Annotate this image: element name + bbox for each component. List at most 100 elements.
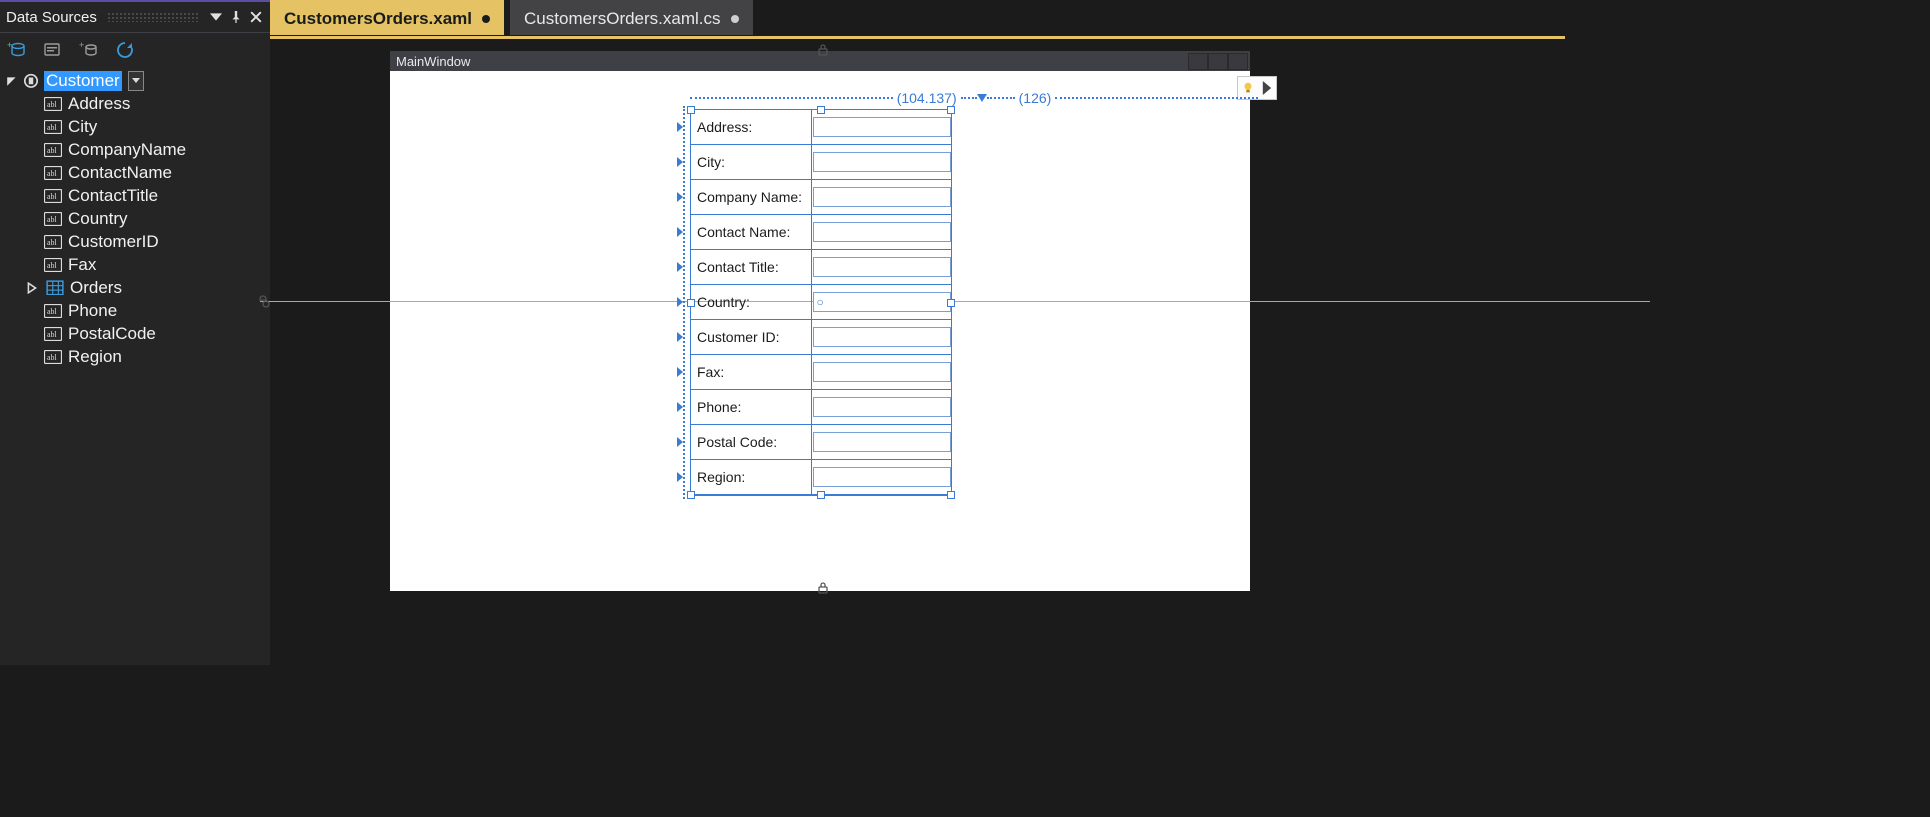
resize-handle[interactable] <box>947 106 955 114</box>
form-input[interactable] <box>813 467 951 487</box>
form-input[interactable] <box>813 397 951 417</box>
add-query-icon[interactable]: + <box>78 39 100 61</box>
row-handle-icon[interactable] <box>677 227 683 237</box>
document-tab[interactable]: CustomersOrders.xaml <box>270 0 504 35</box>
resize-handle[interactable] <box>947 491 955 499</box>
form-row[interactable]: Phone: <box>691 390 951 425</box>
row-handle-icon[interactable] <box>677 297 683 307</box>
form-input[interactable] <box>813 117 951 137</box>
tree-field[interactable]: ablContactTitle <box>0 184 270 207</box>
data-sources-panel: Data Sources + + <box>0 0 270 665</box>
refresh-icon[interactable] <box>114 39 136 61</box>
add-data-source-icon[interactable]: + <box>6 39 28 61</box>
form-row[interactable]: Fax: <box>691 355 951 390</box>
form-row[interactable]: Postal Code: <box>691 425 951 460</box>
type-dropdown-icon[interactable] <box>128 71 144 91</box>
collapse-icon[interactable] <box>6 75 18 87</box>
textbox-icon: abl <box>44 258 62 272</box>
tree-item-label: PostalCode <box>68 324 156 344</box>
textbox-icon: abl <box>44 350 62 364</box>
row-handle-icon[interactable] <box>677 402 683 412</box>
document-tab[interactable]: CustomersOrders.xaml.cs <box>510 0 752 35</box>
form-row[interactable]: Country: <box>691 285 951 320</box>
form-cell <box>812 390 951 424</box>
textbox-icon: abl <box>44 120 62 134</box>
row-handle-icon[interactable] <box>677 157 683 167</box>
dirty-indicator-icon <box>482 15 490 23</box>
svg-text:abl: abl <box>47 123 58 132</box>
textbox-icon: abl <box>44 189 62 203</box>
tree-field[interactable]: ablCompanyName <box>0 138 270 161</box>
panel-titlebar: Data Sources <box>0 0 270 33</box>
lock-top-icon[interactable] <box>816 43 830 57</box>
dirty-indicator-icon <box>731 15 739 23</box>
form-input[interactable] <box>813 257 951 277</box>
textbox-icon: abl <box>44 143 62 157</box>
col0-width: (104.137) <box>893 90 961 106</box>
row-handle-icon[interactable] <box>677 122 683 132</box>
form-cell <box>812 355 951 389</box>
column-split-marker-icon[interactable] <box>977 94 987 102</box>
form-cell <box>812 180 951 214</box>
tree-field[interactable]: ablFax <box>0 253 270 276</box>
form-input[interactable] <box>813 292 951 312</box>
form-label: Postal Code: <box>691 425 812 459</box>
form-row[interactable]: Contact Name: <box>691 215 951 250</box>
pin-icon[interactable] <box>228 9 244 25</box>
row-handle-icon[interactable] <box>677 472 683 482</box>
tree-field[interactable]: ablAddress <box>0 92 270 115</box>
tree-field[interactable]: abl Country <box>0 207 270 230</box>
form-label: Address: <box>691 110 812 144</box>
design-window[interactable]: MainWindow (104.137) <box>390 51 1250 591</box>
form-input[interactable] <box>813 327 951 347</box>
resize-handle[interactable] <box>947 299 955 307</box>
resize-handle[interactable] <box>817 491 825 499</box>
row-handle-icon[interactable] <box>677 437 683 447</box>
resize-handle[interactable] <box>817 106 825 114</box>
textbox-icon: abl <box>44 212 62 226</box>
form-row[interactable]: Address: <box>691 110 951 145</box>
form-row[interactable]: Company Name: <box>691 180 951 215</box>
document-tabs: CustomersOrders.xamlCustomersOrders.xaml… <box>270 0 1565 39</box>
panel-grip <box>107 12 200 22</box>
xaml-designer[interactable]: MainWindow (104.137) <box>270 39 1565 665</box>
tree-node-orders[interactable]: Orders <box>0 276 270 299</box>
form-input[interactable] <box>813 432 951 452</box>
row-handle-icon[interactable] <box>677 192 683 202</box>
form-row[interactable]: City: <box>691 145 951 180</box>
form-input[interactable] <box>813 362 951 382</box>
tree-field[interactable]: ablCity <box>0 115 270 138</box>
panel-title: Data Sources <box>6 9 99 26</box>
lock-bottom-icon[interactable] <box>816 581 830 595</box>
tree-item-label: Country <box>68 209 128 229</box>
row-handle-icon[interactable] <box>677 332 683 342</box>
edit-data-source-icon[interactable] <box>42 39 64 61</box>
form-row[interactable]: Customer ID: <box>691 320 951 355</box>
panel-dropdown-icon[interactable] <box>208 9 224 25</box>
tree-root-customer[interactable]: Customer <box>0 69 270 92</box>
textbox-icon: abl <box>44 235 62 249</box>
lock-left-icon[interactable] <box>258 295 272 309</box>
tree-field[interactable]: ablContactName <box>0 161 270 184</box>
form-input[interactable] <box>813 187 951 207</box>
form-input[interactable] <box>813 222 951 242</box>
row-handle-icon[interactable] <box>677 262 683 272</box>
tree-field[interactable]: ablCustomerID <box>0 230 270 253</box>
form-row[interactable]: Region: <box>691 460 951 495</box>
textbox-icon: abl <box>44 97 62 111</box>
form-input[interactable] <box>813 152 951 172</box>
tree-field[interactable]: ablRegion <box>0 345 270 368</box>
close-icon[interactable] <box>248 9 264 25</box>
form-cell <box>812 110 951 144</box>
chevron-right-icon <box>1260 81 1274 95</box>
expand-icon[interactable] <box>26 282 38 294</box>
tree-field[interactable]: ablPostalCode <box>0 322 270 345</box>
window-title: MainWindow <box>396 54 470 69</box>
form-row[interactable]: Contact Title: <box>691 250 951 285</box>
form-grid-selection[interactable]: Address:City:Company Name:Contact Name:C… <box>690 109 952 496</box>
form-cell <box>812 250 951 284</box>
tree-item-label: Phone <box>68 301 117 321</box>
tree-field[interactable]: ablPhone <box>0 299 270 322</box>
svg-text:abl: abl <box>47 261 58 270</box>
row-handle-icon[interactable] <box>677 367 683 377</box>
